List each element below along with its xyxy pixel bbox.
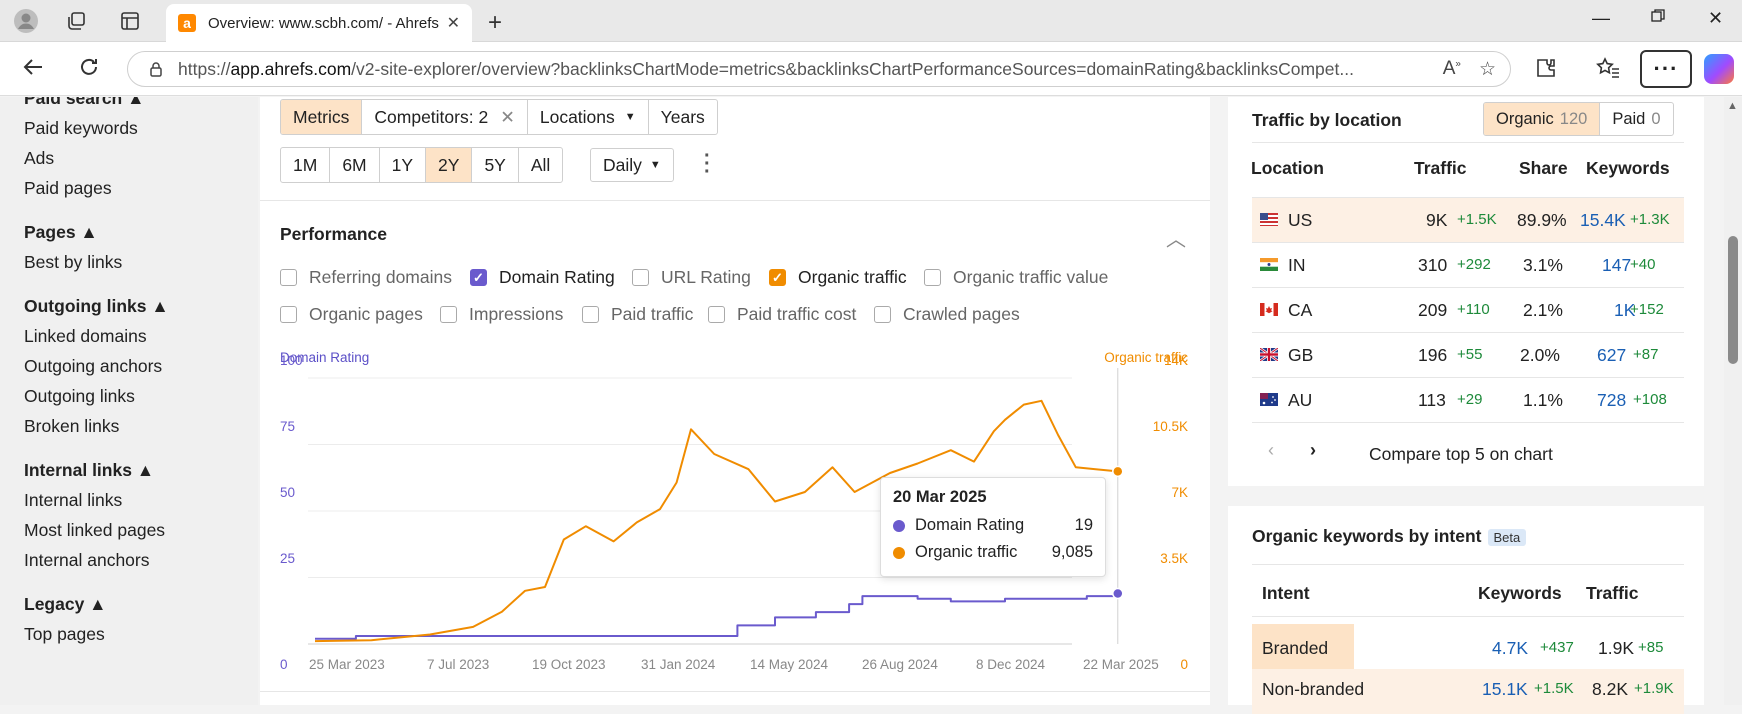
table-row[interactable]: US 9K +1.5K 89.9% 15.4K +1.3K [1252, 198, 1684, 243]
paid-toggle[interactable]: Paid 0 [1600, 103, 1672, 135]
beta-badge: Beta [1487, 528, 1527, 546]
back-icon[interactable] [22, 56, 44, 84]
prev-page-icon[interactable]: ‹ [1268, 440, 1274, 461]
copilot-icon[interactable] [1704, 54, 1734, 84]
workspaces-icon[interactable] [62, 8, 90, 34]
url-field[interactable]: https://app.ahrefs.com/v2-site-explorer/… [127, 51, 1511, 87]
next-page-icon[interactable]: › [1310, 440, 1316, 461]
favorites-icon[interactable] [1596, 57, 1620, 85]
gb-flag-icon [1260, 348, 1278, 361]
sidebar-item-best-by-links[interactable]: Best by links [24, 252, 122, 273]
sidebar-item-outgoing-anchors[interactable]: Outgoing anchors [24, 356, 162, 377]
domain-rating-dot-icon [893, 519, 905, 532]
sidebar-item-internal-anchors[interactable]: Internal anchors [24, 550, 150, 571]
x-tick-label: 25 Mar 2023 [309, 657, 385, 672]
sidebar-item-paid-pages[interactable]: Paid pages [24, 178, 112, 199]
left-sidebar: Paid search ▲ Paid keywords Ads Paid pag… [0, 97, 258, 705]
col-share[interactable]: Share [1519, 158, 1568, 179]
x-tick-label: 31 Jan 2024 [641, 657, 716, 672]
col-traffic[interactable]: Traffic [1414, 158, 1467, 179]
scrollbar-thumb[interactable] [1728, 236, 1738, 364]
performance-chart[interactable] [260, 97, 1210, 705]
tooltip-row-organic-traffic: Organic traffic 9,085 [893, 543, 1093, 562]
x-tick-label: 7 Jul 2023 [427, 657, 490, 672]
overview-main-panel: Metrics Competitors: 2 ✕ Locations ▼ Years… [260, 97, 1210, 705]
settings-more-button[interactable]: ··· [1640, 50, 1692, 88]
keywords-by-intent-card: Organic keywords by intent Beta Intent Ke… [1228, 506, 1704, 714]
page-scrollbar[interactable] [1724, 97, 1742, 705]
traffic-by-location-title: Traffic by location [1252, 110, 1402, 130]
col-intent-traffic[interactable]: Traffic [1586, 583, 1639, 604]
lock-icon[interactable] [148, 61, 164, 77]
sidebar-item-linked-domains[interactable]: Linked domains [24, 326, 147, 347]
col-intent[interactable]: Intent [1262, 583, 1310, 604]
x-tick-label: 19 Oct 2023 [532, 657, 606, 672]
tooltip-date: 20 Mar 2025 [893, 488, 987, 506]
favorite-star-icon[interactable]: ☆ [1479, 58, 1496, 81]
col-location[interactable]: Location [1251, 158, 1324, 179]
x-tick-label: 22 Mar 2025 [1083, 657, 1159, 672]
browser-tab-bar: a Overview: www.scbh.com/ - Ahrefs ✕ + —… [0, 0, 1742, 42]
domain-rating-hover-point [1112, 587, 1124, 600]
tab-title: Overview: www.scbh.com/ - Ahrefs [208, 14, 439, 32]
domain-rating-series-line [315, 593, 1119, 640]
in-flag-icon [1260, 258, 1278, 271]
compare-top5-link[interactable]: Compare top 5 on chart [1369, 444, 1553, 465]
organic-traffic-hover-point [1112, 465, 1124, 478]
x-tick-label: 8 Dec 2024 [976, 657, 1046, 672]
table-row[interactable]: Non-branded 15.1K +1.5K 8.2K +1.9K [1252, 669, 1684, 714]
sidebar-item-broken-links[interactable]: Broken links [24, 416, 119, 437]
tooltip-row-domain-rating: Domain Rating 19 [893, 516, 1093, 535]
sidebar-heading-outgoing-links[interactable]: Outgoing links ▲ [24, 296, 169, 317]
profile-icon[interactable] [12, 8, 40, 34]
refresh-icon[interactable] [78, 56, 100, 84]
sidebar-heading-legacy[interactable]: Legacy ▲ [24, 594, 107, 615]
au-flag-icon [1260, 393, 1278, 406]
section-divider [260, 691, 1210, 692]
table-row[interactable]: AU 113 +29 1.1% 728 +108 [1252, 378, 1684, 423]
read-aloud-icon[interactable]: A» [1443, 58, 1461, 80]
col-intent-keywords[interactable]: Keywords [1478, 583, 1562, 604]
sidebar-item-outgoing-links[interactable]: Outgoing links [24, 386, 135, 407]
col-keywords[interactable]: Keywords [1586, 158, 1670, 179]
new-tab-icon[interactable]: + [488, 9, 502, 37]
chart-tooltip: 20 Mar 2025 Domain Rating 19 Organic tra… [880, 477, 1106, 577]
close-window-icon[interactable]: ✕ [1708, 8, 1723, 29]
card-divider [1252, 564, 1684, 565]
restore-icon[interactable] [1650, 8, 1666, 29]
sidebar-item-ads[interactable]: Ads [24, 148, 54, 169]
active-browser-tab[interactable]: a Overview: www.scbh.com/ - Ahrefs ✕ [166, 4, 472, 42]
traffic-by-location-card: Traffic by location Organic 120 Paid 0 Loc… [1228, 97, 1704, 486]
minimize-icon[interactable]: — [1592, 8, 1610, 29]
sidebar-item-internal-links[interactable]: Internal links [24, 490, 122, 511]
sidebar-item-paid-keywords[interactable]: Paid keywords [24, 118, 138, 139]
table-row[interactable]: CA 209 +110 2.1% 1K +152 [1252, 288, 1684, 333]
organic-toggle[interactable]: Organic 120 [1484, 103, 1601, 135]
ca-flag-icon [1260, 303, 1278, 316]
table-row[interactable]: IN 310 +292 3.1% 147 +40 [1252, 243, 1684, 288]
x-tick-label: 26 Aug 2024 [862, 657, 938, 672]
sidebar-heading-pages[interactable]: Pages ▲ [24, 222, 98, 243]
url-text: https://app.ahrefs.com/v2-site-explorer/… [178, 58, 1354, 79]
extensions-icon[interactable] [1535, 57, 1557, 85]
tab-actions-icon[interactable] [116, 8, 144, 34]
traffic-source-toggle: Organic 120 Paid 0 [1483, 102, 1674, 136]
header-divider [1252, 616, 1684, 617]
sidebar-item-most-linked-pages[interactable]: Most linked pages [24, 520, 165, 541]
us-flag-icon [1260, 213, 1278, 226]
sidebar-heading-paid-search[interactable]: Paid search ▲ [24, 97, 144, 109]
right-column: Traffic by location Organic 120 Paid 0 Loc… [1228, 97, 1704, 714]
sidebar-heading-internal-links[interactable]: Internal links ▲ [24, 460, 154, 481]
sidebar-item-top-pages[interactable]: Top pages [24, 624, 105, 645]
table-row[interactable]: Branded 4.7K +437 1.9K +85 [1252, 624, 1684, 669]
address-bar-row: https://app.ahrefs.com/v2-site-explorer/… [0, 42, 1742, 96]
x-tick-label: 14 May 2024 [750, 657, 829, 672]
keywords-by-intent-title: Organic keywords by intent Beta [1252, 526, 1527, 547]
scroll-up-icon[interactable]: ▲ [1727, 100, 1738, 112]
ahrefs-favicon-icon: a [178, 14, 196, 32]
organic-traffic-dot-icon [893, 546, 905, 559]
close-tab-icon[interactable]: ✕ [447, 13, 460, 33]
table-row[interactable]: GB 196 +55 2.0% 627 +87 [1252, 333, 1684, 378]
card-divider [1252, 142, 1684, 143]
